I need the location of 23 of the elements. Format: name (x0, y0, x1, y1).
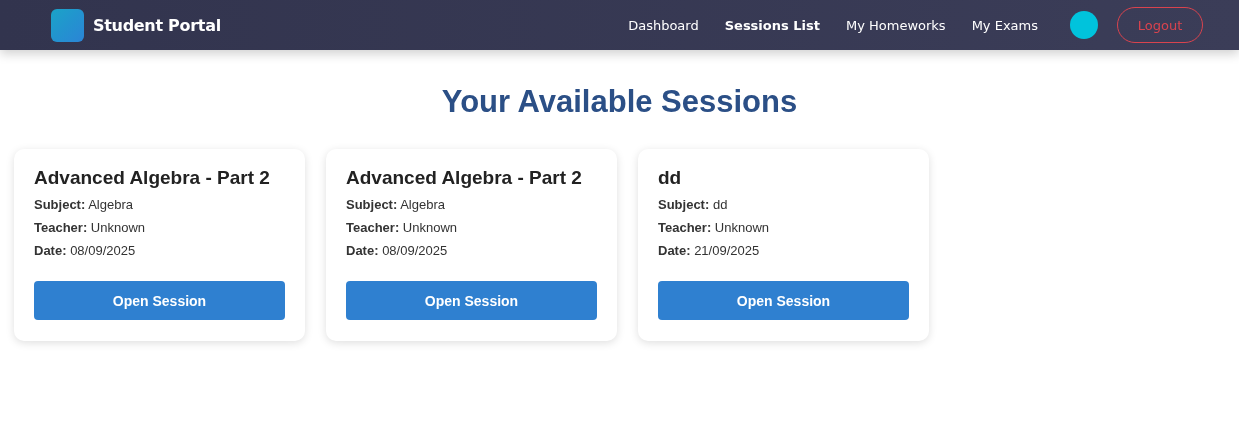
session-detail: Date: 08/09/2025 (34, 243, 137, 259)
session-detail: Date: 21/09/2025 (658, 243, 761, 259)
session-detail: Teacher: Unknown (346, 220, 459, 236)
session-title: dd (658, 167, 683, 189)
page-heading: Your Available Sessions (440, 84, 799, 120)
session-detail: Subject: Algebra (34, 197, 134, 213)
session-detail: Teacher: Unknown (658, 220, 771, 236)
session-title: Advanced Algebra - Part 2 (34, 167, 271, 189)
nav-link[interactable]: My Homeworks (845, 17, 946, 33)
session-detail: Date: 08/09/2025 (346, 243, 449, 259)
nav-link[interactable]: Sessions List (724, 17, 820, 33)
brand-name: Student Portal (93, 15, 221, 35)
session-detail: Teacher: Unknown (34, 220, 147, 236)
open-session-button[interactable]: Open Session (34, 281, 285, 320)
open-session-button[interactable]: Open Session (346, 281, 597, 320)
open-session-button[interactable]: Open Session (658, 281, 909, 320)
logo-icon (51, 8, 84, 42)
avatar-icon[interactable] (1070, 11, 1098, 39)
nav-link[interactable]: My Exams (971, 17, 1038, 33)
session-detail: Subject: Algebra (346, 197, 446, 213)
session-detail: Subject: dd (658, 197, 729, 213)
session-title: Advanced Algebra - Part 2 (346, 167, 583, 189)
nav-link[interactable]: Dashboard (628, 17, 699, 33)
